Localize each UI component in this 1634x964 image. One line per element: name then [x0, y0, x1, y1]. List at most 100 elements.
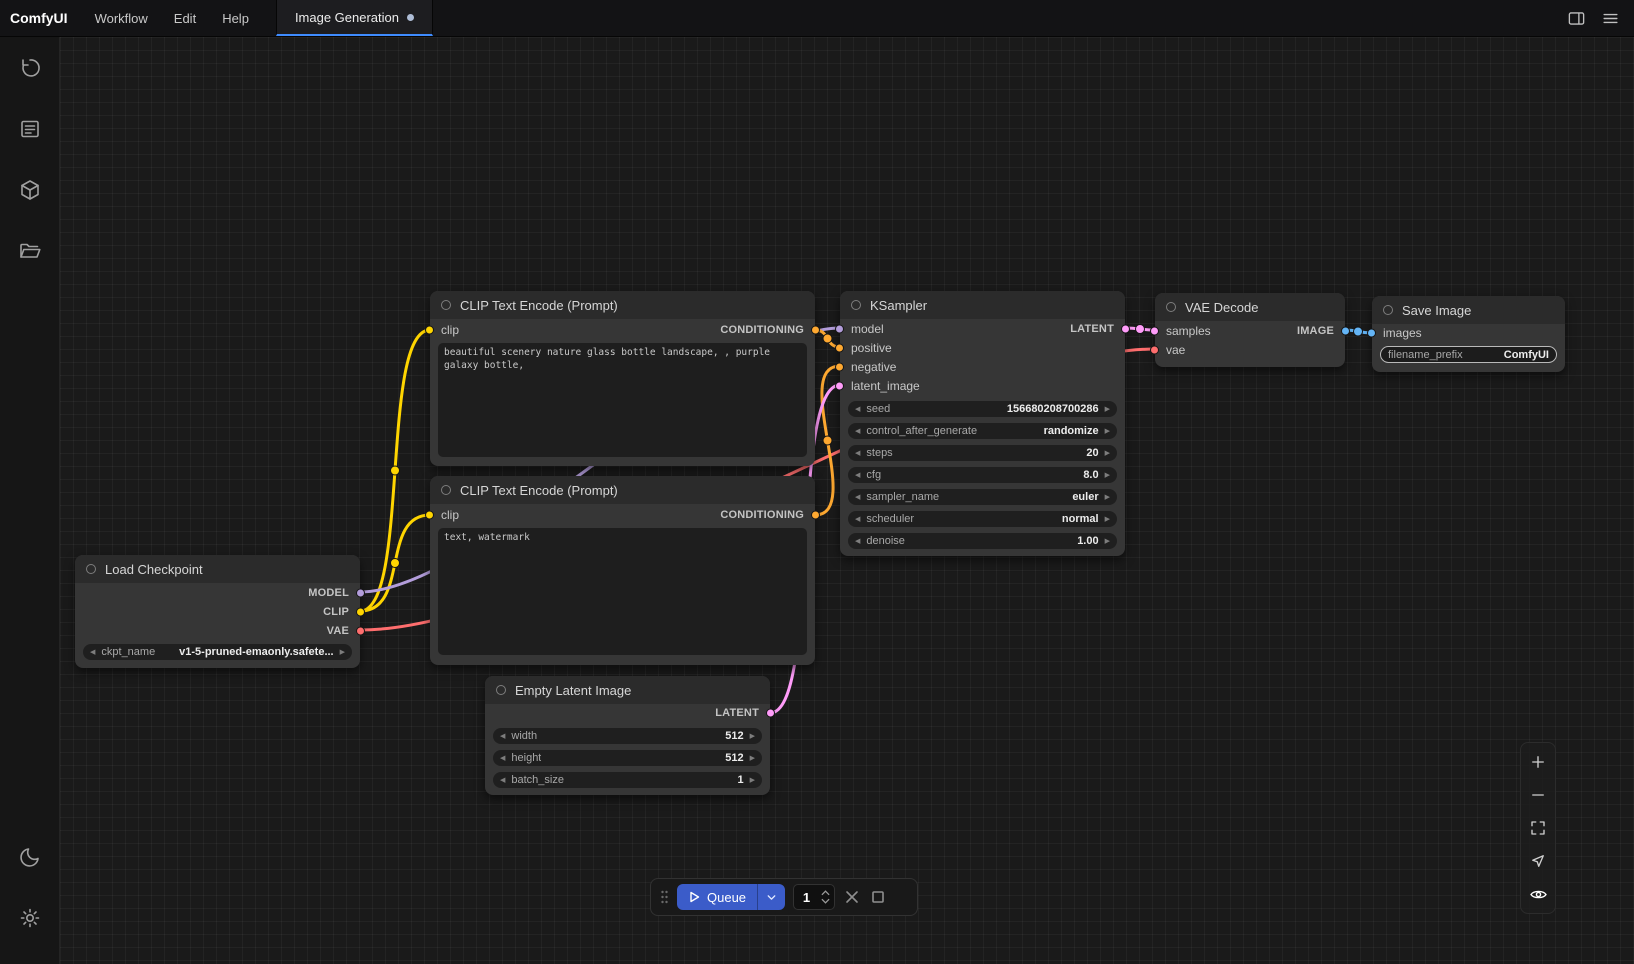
node-clip-text-encode-negative[interactable]: CLIP Text Encode (Prompt) clip CONDITION… [430, 476, 815, 665]
prompt-textarea[interactable]: beautiful scenery nature glass bottle la… [438, 343, 807, 457]
increment-icon[interactable]: ▶ [1105, 406, 1110, 413]
toggle-visibility-icon[interactable] [1523, 880, 1553, 908]
input-port-positive[interactable]: positive [840, 338, 1125, 357]
workflows-folder-icon[interactable] [10, 231, 50, 271]
port-dot-image[interactable] [1367, 329, 1376, 338]
increment-icon[interactable]: ▶ [340, 649, 345, 656]
port-dot-latent[interactable] [1121, 324, 1130, 333]
decrement-icon[interactable]: ◀ [500, 755, 505, 762]
tab-image-generation[interactable]: Image Generation [276, 0, 433, 36]
history-icon[interactable] [10, 48, 50, 88]
node-empty-latent-image[interactable]: Empty Latent Image LATENT ◀ width 512 ▶ … [485, 676, 770, 795]
collapse-dot-icon[interactable] [441, 485, 451, 495]
widget-seed[interactable]: ◀ seed 156680208700286 ▶ [848, 401, 1117, 417]
select-mode-icon[interactable] [1523, 847, 1553, 875]
node-header[interactable]: Save Image [1372, 296, 1565, 324]
widget-scheduler[interactable]: ◀ scheduler normal ▶ [848, 511, 1117, 527]
decrement-icon[interactable]: ◀ [855, 472, 860, 479]
collapse-dot-icon[interactable] [1383, 305, 1393, 315]
increment-icon[interactable]: ▶ [1105, 516, 1110, 523]
output-port-model[interactable]: MODEL [75, 583, 360, 602]
node-header[interactable]: CLIP Text Encode (Prompt) [430, 476, 815, 504]
collapse-dot-icon[interactable] [86, 564, 96, 574]
port-dot-conditioning[interactable] [811, 326, 820, 335]
input-port-negative[interactable]: negative [840, 357, 1125, 376]
widget-control-after-generate[interactable]: ◀ control_after_generate randomize ▶ [848, 423, 1117, 439]
node-header[interactable]: Empty Latent Image [485, 676, 770, 704]
stepper-down-icon[interactable] [821, 898, 830, 904]
port-dot-latent[interactable] [1150, 326, 1159, 335]
fit-view-icon[interactable] [1523, 814, 1553, 842]
node-ksampler[interactable]: KSampler model LATENT positive negative … [840, 291, 1125, 556]
theme-toggle-icon[interactable] [10, 837, 50, 877]
decrement-icon[interactable]: ◀ [500, 733, 505, 740]
widget-ckpt-name[interactable]: ◀ ckpt_name v1-5-pruned-emaonly.safete..… [83, 644, 352, 660]
panel-right-icon[interactable] [1562, 4, 1590, 32]
menu-help[interactable]: Help [209, 0, 262, 36]
queue-options-chevron-icon[interactable] [757, 884, 785, 910]
model-library-icon[interactable] [10, 170, 50, 210]
stepper-up-icon[interactable] [821, 890, 830, 896]
node-load-checkpoint[interactable]: Load Checkpoint MODEL CLIP VAE ◀ ckpt_na… [75, 555, 360, 668]
port-dot-vae[interactable] [356, 626, 365, 635]
increment-icon[interactable]: ▶ [1105, 538, 1110, 545]
port-dot-clip[interactable] [425, 511, 434, 520]
widget-steps[interactable]: ◀ steps 20 ▶ [848, 445, 1117, 461]
decrement-icon[interactable]: ◀ [855, 450, 860, 457]
collapse-dot-icon[interactable] [851, 300, 861, 310]
decrement-icon[interactable]: ◀ [855, 538, 860, 545]
increment-icon[interactable]: ▶ [1105, 450, 1110, 457]
port-dot-clip[interactable] [356, 607, 365, 616]
zoom-out-icon[interactable] [1523, 781, 1553, 809]
menu-edit[interactable]: Edit [161, 0, 209, 36]
port-dot-latent[interactable] [835, 381, 844, 390]
node-templates-icon[interactable] [10, 109, 50, 149]
widget-batch-size[interactable]: ◀ batch_size 1 ▶ [493, 772, 762, 788]
widget-sampler-name[interactable]: ◀ sampler_name euler ▶ [848, 489, 1117, 505]
output-port-vae[interactable]: VAE [75, 621, 360, 640]
node-header[interactable]: VAE Decode [1155, 293, 1345, 321]
decrement-icon[interactable]: ◀ [855, 406, 860, 413]
node-header[interactable]: CLIP Text Encode (Prompt) [430, 291, 815, 319]
port-dot-vae[interactable] [1150, 345, 1159, 354]
decrement-icon[interactable]: ◀ [500, 777, 505, 784]
menu-icon[interactable] [1596, 4, 1624, 32]
port-dot-model[interactable] [356, 588, 365, 597]
zoom-in-icon[interactable] [1523, 748, 1553, 776]
widget-width[interactable]: ◀ width 512 ▶ [493, 728, 762, 744]
app-logo[interactable]: ComfyUI [0, 0, 82, 36]
increment-icon[interactable]: ▶ [1105, 472, 1110, 479]
output-port-latent[interactable]: LATENT [485, 704, 770, 722]
port-dot-clip[interactable] [425, 326, 434, 335]
cancel-icon[interactable] [843, 888, 861, 906]
input-port-images[interactable]: images [1372, 324, 1565, 342]
node-vae-decode[interactable]: VAE Decode samples IMAGE vae [1155, 293, 1345, 367]
port-dot-latent[interactable] [766, 709, 775, 718]
decrement-icon[interactable]: ◀ [90, 649, 95, 656]
increment-icon[interactable]: ▶ [1105, 428, 1110, 435]
output-port-clip[interactable]: CLIP [75, 602, 360, 621]
node-clip-text-encode-positive[interactable]: CLIP Text Encode (Prompt) clip CONDITION… [430, 291, 815, 466]
widget-denoise[interactable]: ◀ denoise 1.00 ▶ [848, 533, 1117, 549]
queue-button[interactable]: Queue [677, 884, 785, 910]
increment-icon[interactable]: ▶ [750, 733, 755, 740]
input-port-vae[interactable]: vae [1155, 340, 1345, 359]
settings-gear-icon[interactable] [10, 898, 50, 938]
batch-count-input[interactable]: 1 [793, 884, 835, 910]
node-save-image[interactable]: Save Image images filename_prefix ComfyU… [1372, 296, 1565, 372]
widget-cfg[interactable]: ◀ cfg 8.0 ▶ [848, 467, 1117, 483]
port-dot-conditioning[interactable] [835, 343, 844, 352]
collapse-dot-icon[interactable] [496, 685, 506, 695]
decrement-icon[interactable]: ◀ [855, 428, 860, 435]
stop-icon[interactable] [869, 888, 887, 906]
decrement-icon[interactable]: ◀ [855, 516, 860, 523]
collapse-dot-icon[interactable] [1166, 302, 1176, 312]
port-dot-conditioning[interactable] [835, 362, 844, 371]
node-header[interactable]: Load Checkpoint [75, 555, 360, 583]
widget-height[interactable]: ◀ height 512 ▶ [493, 750, 762, 766]
port-dot-conditioning[interactable] [811, 511, 820, 520]
collapse-dot-icon[interactable] [441, 300, 451, 310]
menu-workflow[interactable]: Workflow [82, 0, 161, 36]
increment-icon[interactable]: ▶ [1105, 494, 1110, 501]
widget-filename-prefix[interactable]: filename_prefix ComfyUI [1380, 346, 1557, 363]
